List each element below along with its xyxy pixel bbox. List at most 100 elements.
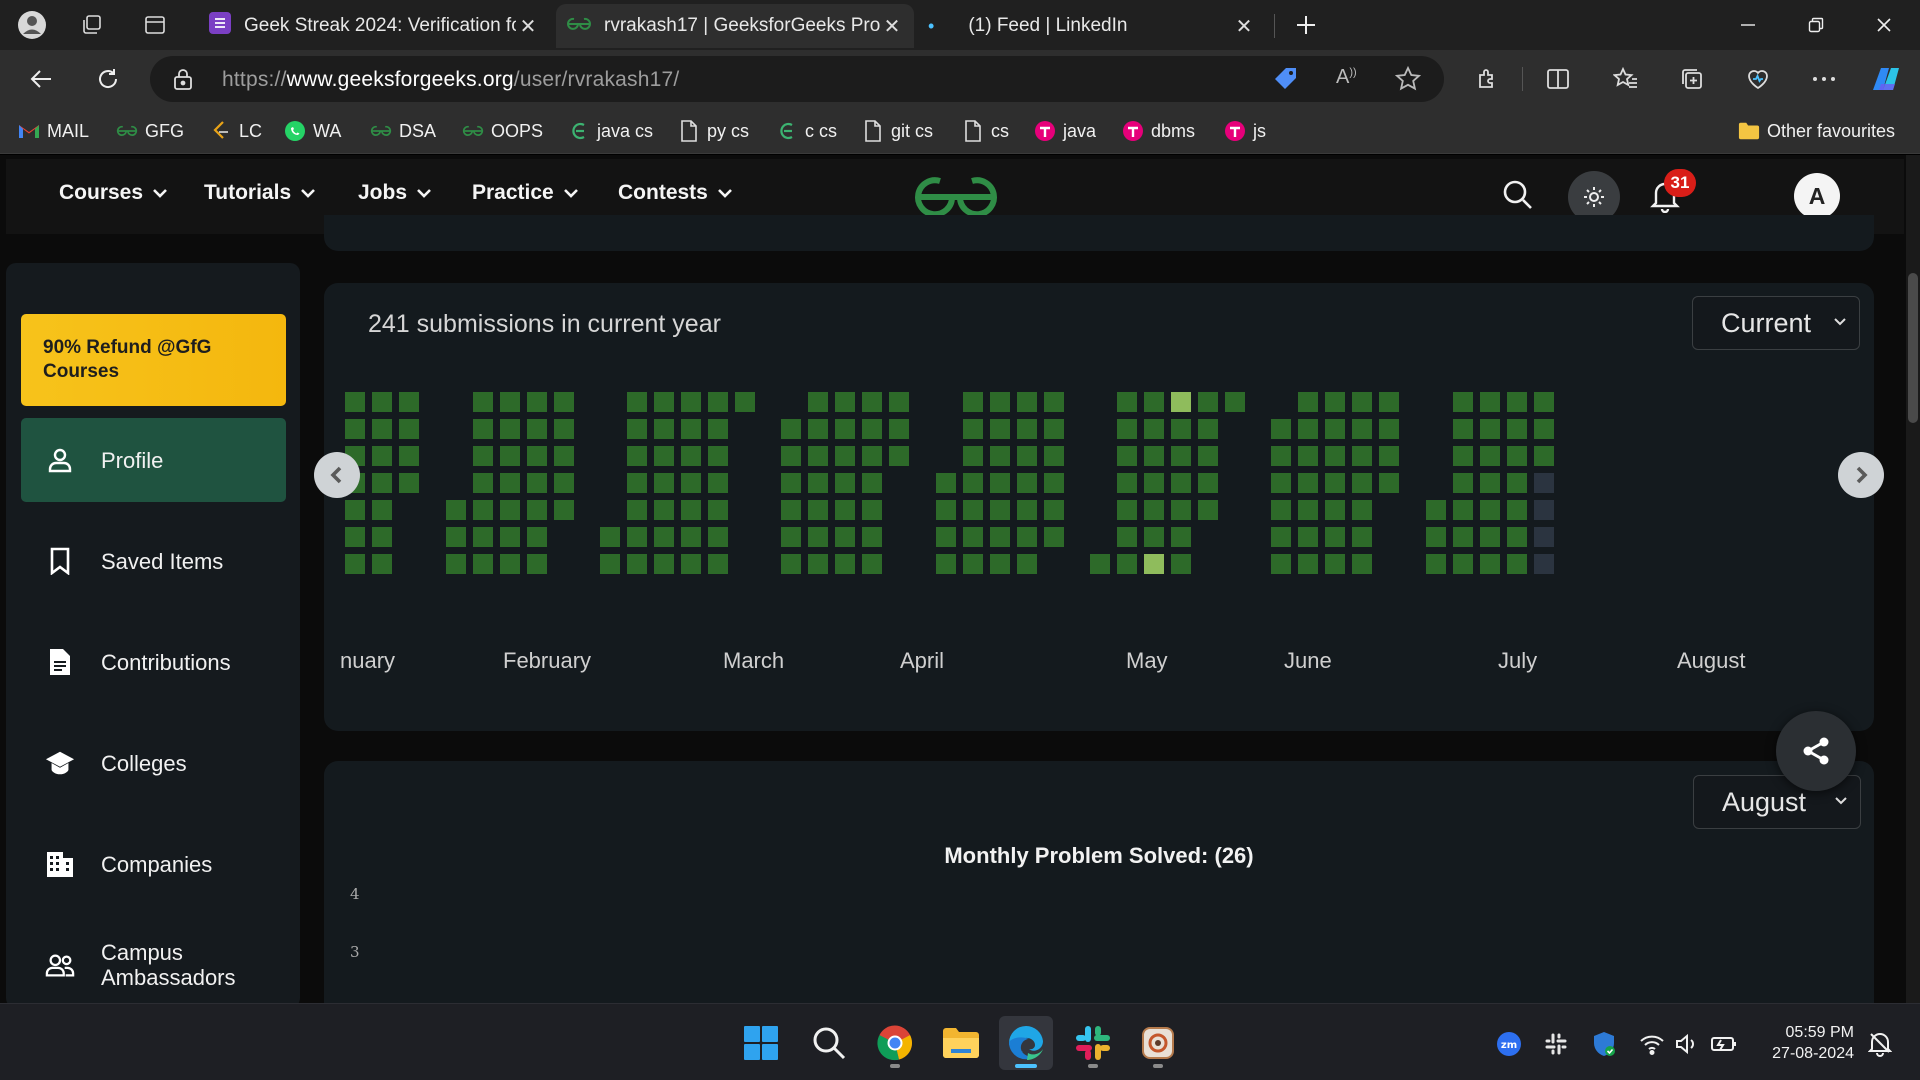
heatmap-cell[interactable] (1453, 473, 1473, 493)
bookmark-git-cs[interactable]: git cs (862, 117, 933, 145)
sidebar-item-profile[interactable]: Profile (21, 418, 286, 502)
heatmap-cell[interactable] (1171, 554, 1191, 574)
heatmap-cell[interactable] (708, 392, 728, 412)
heatmap-cell[interactable] (681, 392, 701, 412)
heatmap-cell[interactable] (1171, 392, 1191, 412)
heatmap-cell[interactable] (399, 473, 419, 493)
heatmap-cell[interactable] (554, 473, 574, 493)
heatmap-cell[interactable] (808, 473, 828, 493)
heatmap-cell[interactable] (1379, 473, 1399, 493)
heatmap-cell[interactable] (681, 527, 701, 547)
heatmap-cell[interactable] (600, 527, 620, 547)
heatmap-cell[interactable] (862, 392, 882, 412)
heatmap-cell[interactable] (1534, 500, 1554, 520)
heatmap-cell[interactable] (1117, 419, 1137, 439)
heatmap-cell[interactable] (1480, 500, 1500, 520)
heatmap-cell[interactable] (527, 527, 547, 547)
bookmark-java[interactable]: java (1034, 117, 1096, 145)
heatmap-cell[interactable] (781, 500, 801, 520)
heatmap-cell[interactable] (708, 446, 728, 466)
start-icon[interactable] (734, 1016, 788, 1070)
heatmap-cell[interactable] (372, 446, 392, 466)
heatmap-cell[interactable] (1298, 527, 1318, 547)
search-icon[interactable] (802, 1016, 856, 1070)
heatmap-cell[interactable] (735, 392, 755, 412)
heatmap-cell[interactable] (808, 527, 828, 547)
heatmap-cell[interactable] (654, 500, 674, 520)
heatmap-cell[interactable] (808, 446, 828, 466)
heatmap-cell[interactable] (835, 446, 855, 466)
file-explorer-icon[interactable] (934, 1016, 988, 1070)
heatmap-cell[interactable] (1117, 500, 1137, 520)
heatmap-cell[interactable] (1325, 527, 1345, 547)
heatmap-cell[interactable] (473, 527, 493, 547)
heatmap-cell[interactable] (835, 473, 855, 493)
heatmap-cell[interactable] (554, 500, 574, 520)
heatmap-cell[interactable] (1507, 446, 1527, 466)
heatmap-cell[interactable] (835, 527, 855, 547)
refund-promo-banner[interactable]: 90% Refund @GfG Courses (21, 314, 286, 406)
heatmap-cell[interactable] (1453, 500, 1473, 520)
heatmap-cell[interactable] (473, 554, 493, 574)
browser-essentials-icon[interactable] (1740, 61, 1776, 97)
heatmap-cell[interactable] (1017, 554, 1037, 574)
nav-contests[interactable]: Contests (618, 181, 732, 205)
heatmap-cell[interactable] (1198, 392, 1218, 412)
heatmap-cell[interactable] (708, 500, 728, 520)
heatmap-cell[interactable] (1325, 554, 1345, 574)
coupon-tag-icon[interactable] (1272, 65, 1300, 98)
heatmap-cell[interactable] (808, 554, 828, 574)
heatmap-cell[interactable] (990, 473, 1010, 493)
heatmap-cell[interactable] (1044, 446, 1064, 466)
heatmap-cell[interactable] (990, 554, 1010, 574)
heatmap-cell[interactable] (1534, 392, 1554, 412)
heatmap-cell[interactable] (500, 446, 520, 466)
heatmap-cell[interactable] (1144, 473, 1164, 493)
bookmark-oops[interactable]: OOPS (462, 117, 543, 145)
heatmap-cell[interactable] (446, 500, 466, 520)
chrome-icon[interactable] (868, 1016, 922, 1070)
share-button[interactable] (1776, 711, 1856, 791)
slack-icon[interactable] (1066, 1016, 1120, 1070)
heatmap-cell[interactable] (1117, 473, 1137, 493)
heatmap-cell[interactable] (1044, 527, 1064, 547)
sidebar-item-saved-items[interactable]: Saved Items (21, 519, 286, 603)
heatmap-cell[interactable] (1171, 527, 1191, 547)
battery-icon[interactable] (1710, 1030, 1738, 1058)
heatmap-cell[interactable] (654, 473, 674, 493)
heatmap-cell[interactable] (1426, 527, 1446, 547)
heatmap-cell[interactable] (681, 500, 701, 520)
heatmap-cell[interactable] (1117, 554, 1137, 574)
heatmap-cell[interactable] (1017, 419, 1037, 439)
heatmap-cell[interactable] (781, 446, 801, 466)
vertical-tabs-icon[interactable] (137, 7, 173, 43)
heatmap-cell[interactable] (345, 554, 365, 574)
heatmap-cell[interactable] (1198, 446, 1218, 466)
nav-jobs[interactable]: Jobs (358, 181, 431, 205)
heatmap-cell[interactable] (1298, 554, 1318, 574)
heatmap-cell[interactable] (1271, 446, 1291, 466)
heatmap-cell[interactable] (990, 446, 1010, 466)
heatmap-cell[interactable] (936, 473, 956, 493)
bookmark-java-cs[interactable]: java cs (568, 117, 653, 145)
notification-center-icon[interactable] (1866, 1030, 1894, 1058)
heatmap-cell[interactable] (1325, 392, 1345, 412)
heatmap-cell[interactable] (1379, 392, 1399, 412)
heatmap-cell[interactable] (1117, 446, 1137, 466)
heatmap-cell[interactable] (1325, 473, 1345, 493)
heatmap-cell[interactable] (808, 419, 828, 439)
heatmap-cell[interactable] (889, 446, 909, 466)
heatmap-cell[interactable] (654, 392, 674, 412)
favourite-star-icon[interactable] (1394, 65, 1422, 98)
heatmap-cell[interactable] (1507, 473, 1527, 493)
more-options-icon[interactable] (1806, 61, 1842, 97)
heatmap-cell[interactable] (527, 473, 547, 493)
heatmap-cell[interactable] (990, 392, 1010, 412)
heatmap-cell[interactable] (963, 419, 983, 439)
heatmap-cell[interactable] (1352, 446, 1372, 466)
copilot-icon[interactable] (1868, 61, 1904, 97)
heatmap-cell[interactable] (990, 419, 1010, 439)
heatmap-cell[interactable] (808, 392, 828, 412)
heatmap-cell[interactable] (1144, 554, 1164, 574)
heatmap-cell[interactable] (681, 473, 701, 493)
